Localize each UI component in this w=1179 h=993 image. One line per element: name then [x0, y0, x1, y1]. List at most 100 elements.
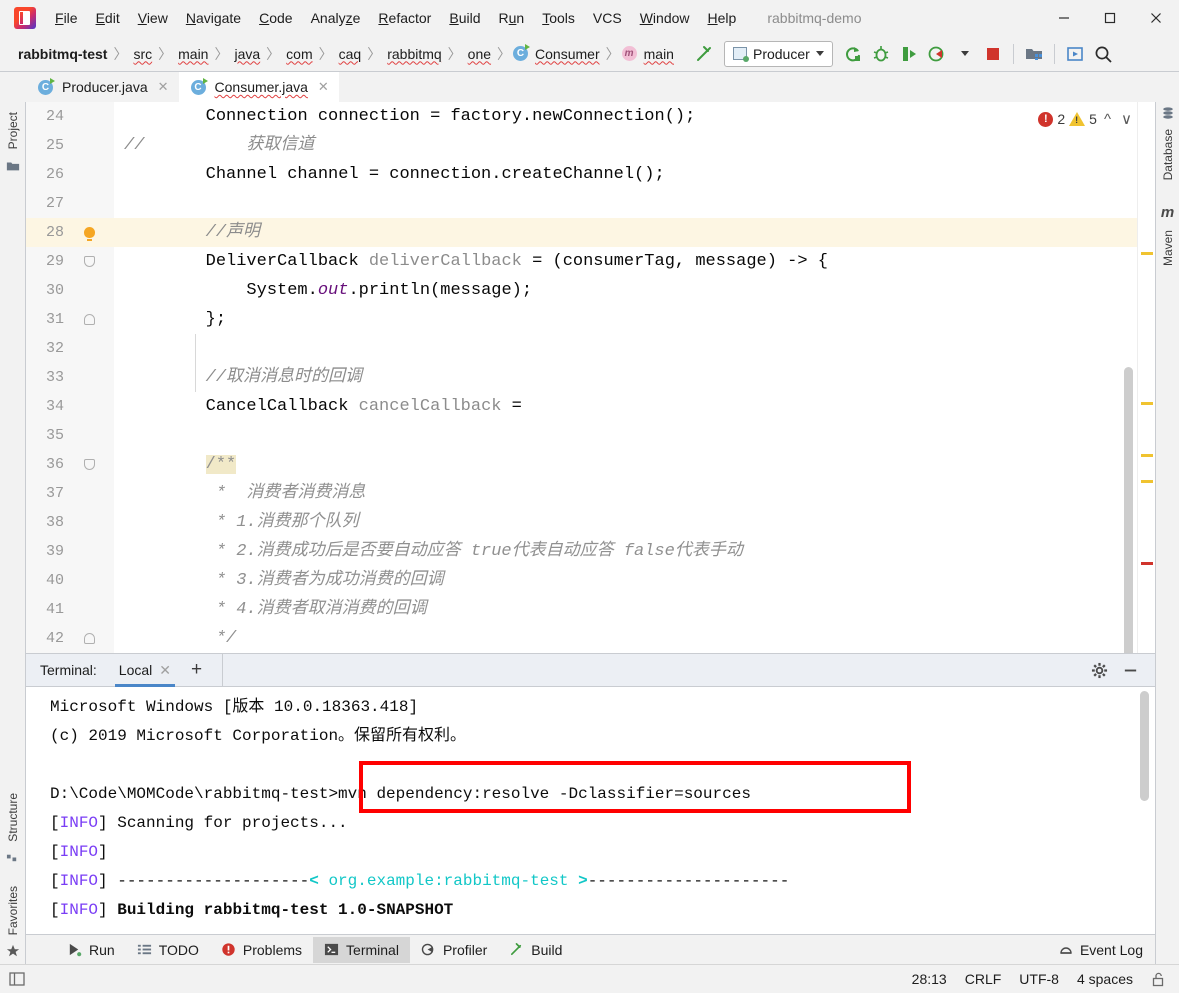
gutter-line[interactable]: 26 — [26, 160, 114, 189]
menu-item-code[interactable]: Code — [250, 6, 301, 30]
minimize-icon[interactable] — [1041, 0, 1087, 36]
tool-window-tab-todo[interactable]: TODO — [126, 937, 210, 963]
menu-item-help[interactable]: Help — [699, 6, 746, 30]
sidebar-item-maven[interactable]: Maven — [1161, 224, 1175, 272]
build-hammer-icon[interactable] — [690, 41, 718, 67]
gear-icon[interactable] — [1091, 662, 1108, 679]
sidebar-item-favorites[interactable]: Favorites — [6, 880, 20, 941]
debug-icon[interactable] — [867, 41, 895, 67]
fold-start-icon[interactable] — [72, 256, 106, 267]
gutter-line[interactable]: 38 — [26, 508, 114, 537]
unlocked-icon[interactable] — [1151, 972, 1165, 987]
terminal-output[interactable]: Microsoft Windows [版本 10.0.18363.418] (c)… — [26, 687, 1155, 934]
close-icon[interactable] — [1133, 0, 1179, 36]
gutter-line[interactable]: 28 — [26, 218, 114, 247]
stop-icon[interactable] — [979, 41, 1007, 67]
breadcrumb-rabbitmq[interactable]: rabbitmq — [383, 46, 445, 62]
gutter-line[interactable]: 37 — [26, 479, 114, 508]
breadcrumb-java[interactable]: java — [230, 46, 264, 62]
breadcrumb-caq[interactable]: caq — [335, 46, 366, 62]
inspection-widget[interactable]: ! 2 5 ^ ∨ — [1038, 110, 1135, 128]
code-line[interactable]: System.out.println(message); — [114, 276, 1137, 305]
fold-end-icon[interactable] — [72, 314, 106, 325]
code-editor[interactable]: 24 25 26 27 28 29 30 31 32 33 34 35 36 37 38 39 40 41 42 C… — [26, 102, 1155, 653]
tool-window-tab-problems[interactable]: Problems — [210, 937, 313, 963]
gutter-line[interactable]: 34 — [26, 392, 114, 421]
new-terminal-tab-button[interactable]: + — [179, 659, 214, 681]
search-icon[interactable] — [1089, 41, 1117, 67]
gutter-line[interactable]: 39 — [26, 537, 114, 566]
editor-tab-producer-java[interactable]: C Producer.java ✕ — [26, 72, 179, 102]
gutter-line[interactable]: 31 — [26, 305, 114, 334]
editor-scrollbar[interactable] — [1124, 367, 1133, 653]
code-line[interactable]: */ — [114, 624, 1137, 653]
hide-panel-icon[interactable] — [1122, 662, 1139, 679]
gutter-line[interactable]: 25 — [26, 131, 114, 160]
tool-window-tab-profiler[interactable]: Profiler — [410, 937, 498, 963]
code-line[interactable]: * 消费者消费消息 — [114, 479, 1137, 508]
gutter-line[interactable]: 41 — [26, 595, 114, 624]
event-log-label[interactable]: Event Log — [1080, 942, 1143, 958]
menu-item-build[interactable]: Build — [440, 6, 489, 30]
previous-problem-icon[interactable]: ^ — [1101, 111, 1114, 128]
menu-item-file[interactable]: File — [46, 6, 87, 30]
menu-item-window[interactable]: Window — [631, 6, 699, 30]
line-separator[interactable]: CRLF — [965, 971, 1002, 987]
code-line[interactable]: Channel channel = connection.createChann… — [114, 160, 1137, 189]
menu-item-run[interactable]: Run — [490, 6, 534, 30]
maximize-icon[interactable] — [1087, 0, 1133, 36]
code-line[interactable]: /** — [114, 450, 1137, 479]
editor-gutter[interactable]: 24 25 26 27 28 29 30 31 32 33 34 35 36 37 38 39 40 41 42 — [26, 102, 114, 653]
breadcrumb-one[interactable]: one — [464, 46, 495, 62]
run-configuration-selector[interactable]: Producer — [723, 40, 833, 67]
gutter-line[interactable]: 36 — [26, 450, 114, 479]
next-problem-icon[interactable]: ∨ — [1118, 110, 1135, 128]
gutter-line[interactable]: 24 — [26, 102, 114, 131]
code-line[interactable] — [114, 421, 1137, 450]
code-line[interactable]: * 4.消费者取消消费的回调 — [114, 595, 1137, 624]
code-line[interactable] — [114, 189, 1137, 218]
breadcrumb-src[interactable]: src — [129, 46, 156, 62]
code-line[interactable]: * 1.消费那个队列 — [114, 508, 1137, 537]
code-line[interactable]: // 获取信道 — [114, 131, 1137, 160]
run-with-coverage-icon[interactable] — [895, 41, 923, 67]
gutter-line[interactable]: 32 — [26, 334, 114, 363]
close-icon[interactable]: ✕ — [158, 79, 169, 95]
code-line[interactable]: //取消消息时的回调 — [114, 363, 1137, 392]
profile-icon[interactable] — [923, 41, 951, 67]
menu-item-navigate[interactable]: Navigate — [177, 6, 250, 30]
project-structure-icon[interactable] — [1020, 41, 1048, 67]
indent-setting[interactable]: 4 spaces — [1077, 971, 1133, 987]
breadcrumb-consumer[interactable]: C Consumer — [513, 44, 604, 62]
menu-item-view[interactable]: View — [129, 6, 177, 30]
code-line[interactable]: }; — [114, 305, 1137, 334]
fold-start-icon[interactable] — [72, 459, 106, 470]
editor-code-area[interactable]: Connection connection = factory.newConne… — [114, 102, 1137, 653]
caret-position[interactable]: 28:13 — [912, 971, 947, 987]
gutter-line[interactable]: 29 — [26, 247, 114, 276]
breadcrumb-main[interactable]: m main — [621, 46, 678, 62]
gutter-line[interactable]: 42 — [26, 624, 114, 653]
terminal-scrollbar[interactable] — [1140, 691, 1149, 801]
editor-tab-consumer-java[interactable]: C Consumer.java ✕ — [178, 72, 339, 102]
file-encoding[interactable]: UTF-8 — [1019, 971, 1059, 987]
menu-item-refactor[interactable]: Refactor — [369, 6, 440, 30]
menu-item-edit[interactable]: Edit — [87, 6, 129, 30]
status-bar-layout-icon[interactable] — [8, 970, 26, 988]
gutter-line[interactable]: 40 — [26, 566, 114, 595]
menu-item-tools[interactable]: Tools — [533, 6, 584, 30]
code-line[interactable]: DeliverCallback deliverCallback = (consu… — [114, 247, 1137, 276]
intention-bulb-icon[interactable] — [72, 227, 106, 241]
close-icon[interactable]: ✕ — [159, 662, 171, 679]
tool-window-tab-terminal[interactable]: Terminal — [313, 936, 410, 963]
tool-window-tab-build[interactable]: Build — [498, 937, 573, 963]
code-line[interactable]: //声明 — [114, 218, 1137, 247]
sidebar-item-structure[interactable]: Structure — [6, 787, 20, 848]
code-line[interactable]: * 3.消费者为成功消费的回调 — [114, 566, 1137, 595]
menu-item-vcs[interactable]: VCS — [584, 6, 631, 30]
code-line[interactable] — [114, 334, 1137, 363]
breadcrumb-com[interactable]: com — [282, 46, 316, 62]
tool-window-tab-run[interactable]: Run — [56, 937, 126, 963]
gutter-line[interactable]: 30 — [26, 276, 114, 305]
rerun-icon[interactable] — [839, 41, 867, 67]
